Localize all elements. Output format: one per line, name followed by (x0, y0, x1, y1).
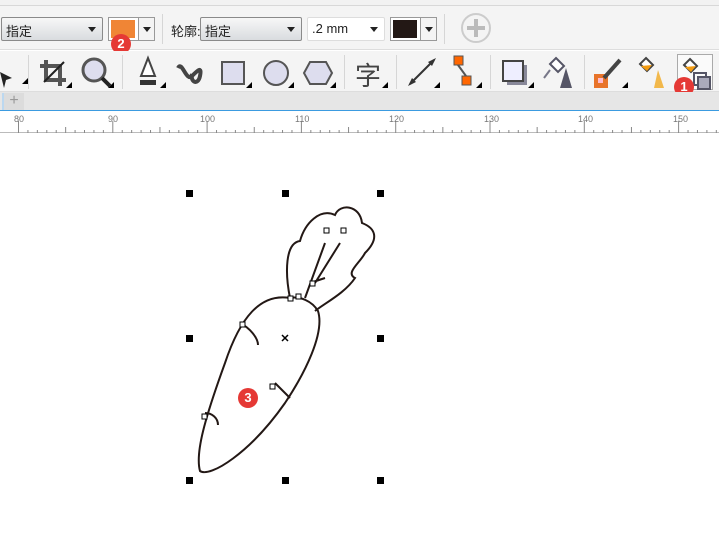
carrot-drawing[interactable] (0, 133, 719, 534)
divider (584, 55, 585, 89)
drop-shadow-tool[interactable] (498, 54, 534, 90)
zoom-tool[interactable] (78, 54, 114, 90)
ruler-label: 120 (389, 114, 405, 124)
ruler-label: 130 (484, 114, 500, 124)
outline-width-select[interactable]: .2 mm (307, 17, 385, 41)
step-badge-3: 3 (238, 388, 258, 408)
plus-circle-icon[interactable] (460, 12, 492, 44)
outline-label: 轮廓: (171, 24, 201, 39)
transparency-tool[interactable] (540, 54, 576, 90)
pen-tool[interactable] (130, 54, 166, 90)
ruler-label: 80 (14, 114, 25, 124)
chevron-down-icon[interactable] (420, 18, 436, 40)
outline-type-value: 指定 (205, 24, 232, 39)
document-tab-bar: + (0, 92, 719, 111)
chevron-down-icon[interactable] (138, 18, 154, 40)
divider (344, 55, 345, 89)
horizontal-ruler[interactable]: 80 90 100 110 120 130 140 150 (0, 111, 719, 133)
outline-color-picker[interactable] (390, 17, 437, 41)
chevron-down-icon (287, 27, 295, 32)
ruler-label: 110 (295, 114, 310, 124)
divider (162, 14, 163, 44)
ruler-label: 100 (200, 114, 216, 124)
ellipse-tool[interactable] (258, 54, 294, 90)
outline-color-swatch (393, 20, 417, 38)
divider (444, 14, 445, 44)
ruler-label: 140 (578, 114, 594, 124)
add-document-tab[interactable]: + (2, 93, 24, 110)
pick-tool[interactable] (0, 54, 28, 90)
rectangle-tool[interactable] (216, 54, 252, 90)
artistic-media-tool[interactable] (172, 54, 208, 90)
connector-tool[interactable] (446, 54, 482, 90)
crop-tool[interactable] (36, 54, 72, 90)
fill-type-select[interactable]: 指定 (1, 17, 103, 41)
divider (28, 55, 29, 89)
divider (490, 55, 491, 89)
interactive-fill-tool[interactable] (634, 54, 670, 90)
text-tool[interactable]: 字 (352, 54, 388, 91)
color-eyedropper-tool[interactable] (592, 54, 628, 90)
chevron-down-icon (370, 27, 378, 32)
polygon-tool[interactable] (300, 54, 336, 90)
chevron-down-icon (88, 27, 96, 32)
outline-type-select[interactable]: 指定 (200, 17, 302, 41)
dimension-tool[interactable] (404, 54, 440, 90)
ruler-label: 90 (108, 114, 119, 124)
fill-type-value: 指定 (6, 24, 33, 39)
ruler-label: 150 (673, 114, 689, 124)
outline-width-value: .2 mm (312, 21, 349, 36)
divider (396, 55, 397, 89)
toolbox: 字 (0, 51, 719, 92)
divider (122, 55, 123, 89)
property-bar: 指定 轮廓: 指定 .2 mm (0, 6, 719, 50)
drawing-canvas[interactable]: 3 (0, 133, 719, 534)
